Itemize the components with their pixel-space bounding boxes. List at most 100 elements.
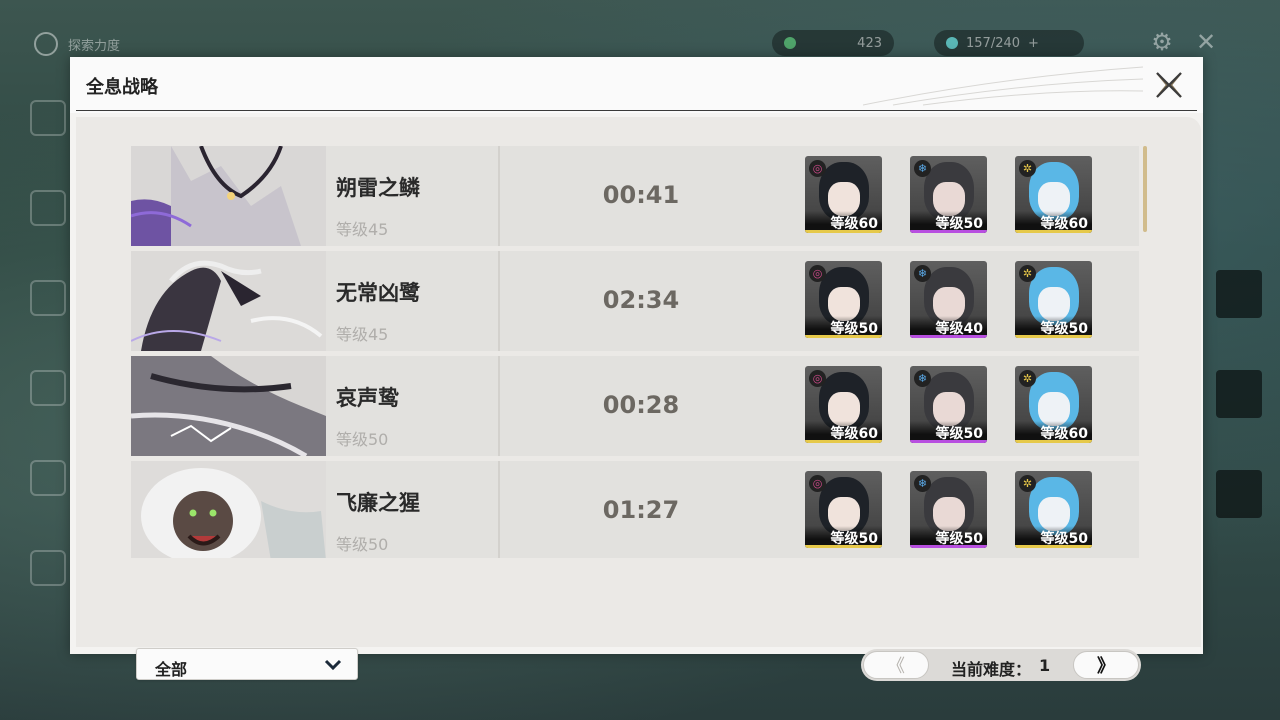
team-member-card[interactable]: ❄ 等级50 bbox=[910, 156, 987, 233]
glacio-element-icon: ❄ bbox=[914, 160, 931, 177]
rarity-bar bbox=[805, 545, 882, 548]
boss-record-row[interactable]: 飞廉之猩 等级50 01:27 ◎ 等级50 ❄ 等级50 ✲ 等级50 bbox=[131, 461, 1139, 558]
clear-time: 00:41 bbox=[602, 181, 680, 209]
team-member-card[interactable]: ✲ 等级60 bbox=[1015, 156, 1092, 233]
boss-level: 等级45 bbox=[336, 325, 389, 344]
filter-dropdown[interactable]: 全部 bbox=[136, 648, 358, 680]
team-member-card[interactable]: ❄ 等级50 bbox=[910, 366, 987, 443]
team-member-card[interactable]: ◎ 等级60 bbox=[805, 156, 882, 233]
row-divider bbox=[498, 146, 500, 246]
chevron-down-icon bbox=[324, 659, 342, 671]
holographic-strategy-panel: 全息战略 朔雷之鳞 等级45 00:41 ◎ 等级60 ❄ 等级50 ✲ 等级6… bbox=[70, 57, 1203, 681]
filter-selected-value: 全部 bbox=[155, 660, 188, 679]
havoc-element-icon: ◎ bbox=[809, 475, 826, 492]
hud-currency-2-value: 157/240 bbox=[966, 35, 1021, 51]
team-member-card[interactable]: ✲ 等级60 bbox=[1015, 366, 1092, 443]
team-member-card[interactable]: ✲ 等级50 bbox=[1015, 471, 1092, 548]
hud-currency-1: 423 bbox=[772, 30, 894, 56]
spectro-element-icon: ✲ bbox=[1019, 475, 1036, 492]
boss-record-row[interactable]: 哀声鸷 等级50 00:28 ◎ 等级60 ❄ 等级50 ✲ 等级60 bbox=[131, 356, 1139, 456]
side-menu-icon bbox=[30, 550, 66, 586]
team-member-card[interactable]: ✲ 等级50 bbox=[1015, 261, 1092, 338]
boss-name: 无常凶鹭 bbox=[336, 281, 420, 305]
list-scrollbar[interactable] bbox=[1143, 146, 1147, 232]
bg-side-card bbox=[1216, 270, 1262, 318]
glacio-element-icon: ❄ bbox=[914, 265, 931, 282]
spectro-element-icon: ✲ bbox=[1019, 265, 1036, 282]
panel-content: 朔雷之鳞 等级45 00:41 ◎ 等级60 ❄ 等级50 ✲ 等级60 无常凶… bbox=[76, 117, 1201, 681]
rarity-bar bbox=[1015, 545, 1092, 548]
rarity-bar bbox=[910, 335, 987, 338]
side-menu-icon bbox=[30, 190, 66, 226]
clear-time: 02:34 bbox=[602, 286, 680, 314]
boss-level: 等级50 bbox=[336, 430, 389, 449]
currency-gem-icon bbox=[784, 37, 796, 49]
boss-portrait bbox=[131, 356, 326, 456]
team-member-card[interactable]: ❄ 等级40 bbox=[910, 261, 987, 338]
difficulty-value: 1 bbox=[1039, 656, 1051, 675]
bg-side-card bbox=[1216, 370, 1262, 418]
clear-time: 00:28 bbox=[602, 391, 680, 419]
hud-top-left-label: 探索力度 bbox=[68, 38, 121, 54]
rarity-bar bbox=[805, 335, 882, 338]
close-icon[interactable] bbox=[1153, 69, 1185, 101]
boss-name: 飞廉之猩 bbox=[336, 491, 420, 515]
team-member-card[interactable]: ◎ 等级50 bbox=[805, 261, 882, 338]
rarity-bar bbox=[1015, 230, 1092, 233]
boss-record-row[interactable]: 无常凶鹭 等级45 02:34 ◎ 等级50 ❄ 等级40 ✲ 等级50 bbox=[131, 251, 1139, 351]
rarity-bar bbox=[1015, 335, 1092, 338]
rarity-bar bbox=[910, 545, 987, 548]
next-difficulty-button[interactable]: 》 bbox=[1073, 651, 1139, 679]
boss-portrait-art bbox=[131, 356, 326, 456]
compass-icon bbox=[34, 32, 58, 56]
header-divider bbox=[76, 110, 1197, 111]
difficulty-label: 当前难度： bbox=[951, 660, 1032, 679]
clear-time: 01:27 bbox=[602, 496, 680, 524]
row-divider bbox=[498, 461, 500, 558]
side-menu-icon bbox=[30, 100, 66, 136]
boss-portrait-art bbox=[131, 461, 326, 558]
header-decoration bbox=[863, 66, 1143, 106]
boss-name: 朔雷之鳞 bbox=[336, 176, 420, 200]
havoc-element-icon: ◎ bbox=[809, 160, 826, 177]
team-member-card[interactable]: ◎ 等级50 bbox=[805, 471, 882, 548]
rarity-bar bbox=[910, 440, 987, 443]
boss-level: 等级50 bbox=[336, 535, 389, 554]
havoc-element-icon: ◎ bbox=[809, 265, 826, 282]
panel-title: 全息战略 bbox=[86, 77, 158, 98]
boss-record-row[interactable]: 朔雷之鳞 等级45 00:41 ◎ 等级60 ❄ 等级50 ✲ 等级60 bbox=[131, 146, 1139, 246]
boss-level: 等级45 bbox=[336, 220, 389, 239]
row-divider bbox=[498, 356, 500, 456]
glacio-element-icon: ❄ bbox=[914, 475, 931, 492]
boss-portrait bbox=[131, 461, 326, 558]
team-member-card[interactable]: ❄ 等级50 bbox=[910, 471, 987, 548]
side-menu-icon bbox=[30, 370, 66, 406]
rarity-bar bbox=[1015, 440, 1092, 443]
boss-record-list[interactable]: 朔雷之鳞 等级45 00:41 ◎ 等级60 ❄ 等级50 ✲ 等级60 无常凶… bbox=[131, 146, 1139, 558]
boss-name: 哀声鸷 bbox=[336, 386, 399, 410]
bg-side-card bbox=[1216, 470, 1262, 518]
bg-close-icon: ✕ bbox=[1195, 28, 1217, 56]
boss-portrait-art bbox=[131, 251, 326, 351]
row-divider bbox=[498, 251, 500, 351]
difficulty-pager: 《 当前难度： 1 》 bbox=[861, 649, 1141, 681]
spectro-element-icon: ✲ bbox=[1019, 370, 1036, 387]
settings-icon: ⚙ bbox=[1151, 28, 1173, 56]
rarity-bar bbox=[910, 230, 987, 233]
stamina-icon bbox=[946, 37, 958, 49]
previous-difficulty-button[interactable]: 《 bbox=[863, 651, 929, 679]
side-menu-icon bbox=[30, 280, 66, 316]
hud-currency-2: 157/240 + bbox=[934, 30, 1084, 56]
rarity-bar bbox=[805, 230, 882, 233]
panel-header: 全息战略 bbox=[70, 57, 1203, 113]
rarity-bar bbox=[805, 440, 882, 443]
team-member-card[interactable]: ◎ 等级60 bbox=[805, 366, 882, 443]
side-menu-icon bbox=[30, 460, 66, 496]
glacio-element-icon: ❄ bbox=[914, 370, 931, 387]
hud-currency-1-value: 423 bbox=[857, 35, 882, 51]
boss-portrait bbox=[131, 251, 326, 351]
boss-portrait bbox=[131, 146, 326, 246]
boss-portrait-art bbox=[131, 146, 326, 246]
hud-top-left: 探索力度 bbox=[34, 32, 120, 56]
spectro-element-icon: ✲ bbox=[1019, 160, 1036, 177]
